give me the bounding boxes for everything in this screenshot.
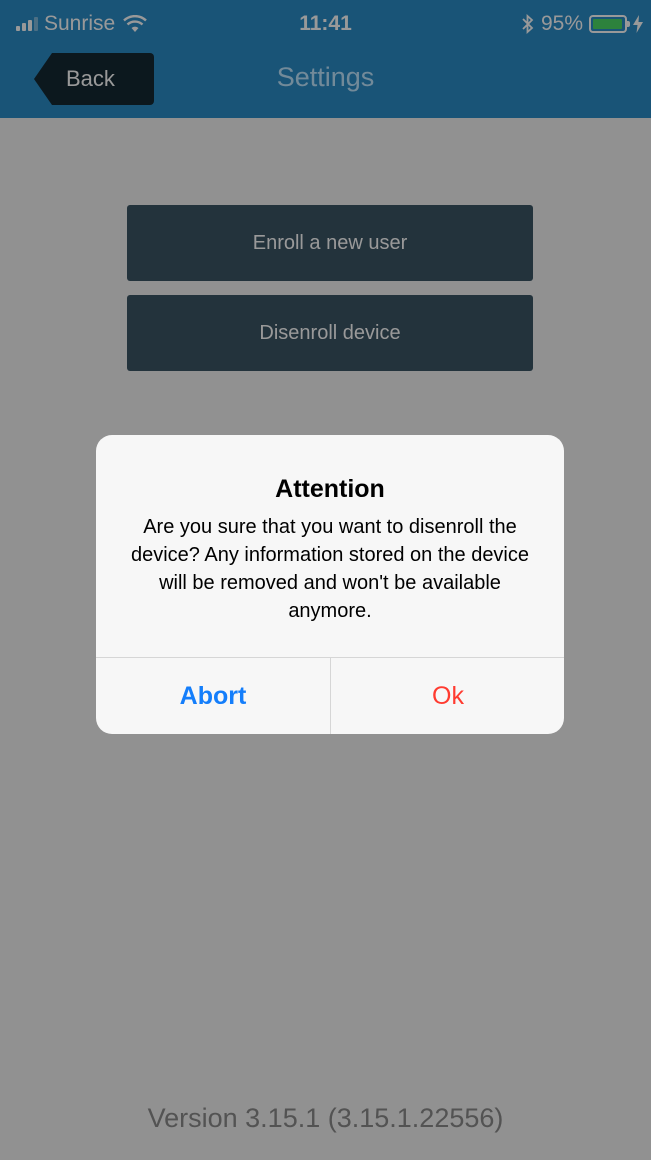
- abort-button[interactable]: Abort: [96, 658, 330, 734]
- dialog-title: Attention: [275, 475, 385, 503]
- ok-button[interactable]: Ok: [331, 658, 564, 734]
- disenroll-confirm-dialog: Attention Are you sure that you want to …: [96, 435, 564, 734]
- dialog-message: Are you sure that you want to disenroll …: [130, 516, 530, 622]
